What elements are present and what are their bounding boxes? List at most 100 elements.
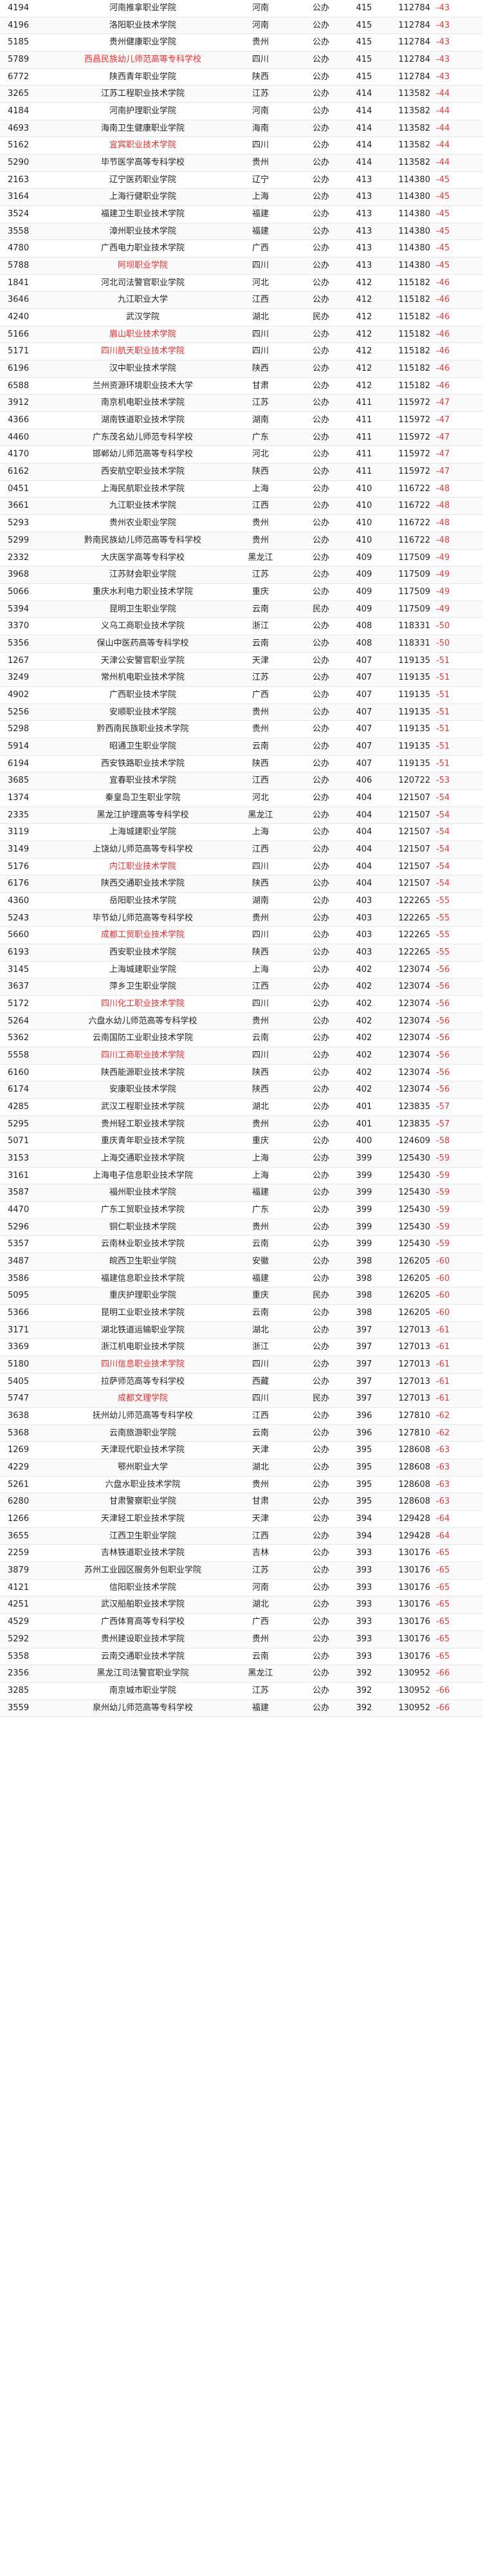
cell-rank: 123074 [398, 1033, 430, 1043]
cell-rank: 114380 [398, 192, 430, 202]
cell-diff: -46 [436, 346, 450, 357]
cell-type: 公办 [312, 123, 329, 133]
cell-rank: 122265 [398, 913, 430, 923]
cell-score: 402 [356, 1085, 372, 1095]
cell-score: 399 [356, 1222, 372, 1232]
table-row: 2332 大庆医学高等专科学校 黑龙江 公办 409 117509 -49 [0, 550, 483, 567]
cell-type: 公办 [312, 535, 329, 545]
cell-prov: 上海 [251, 1153, 269, 1164]
cell-name: 邯郸幼儿师范高等专科学校 [92, 449, 193, 460]
table-row: 3171 湖北铁道运输职业学院 湖北 公办 397 127013 -61 [0, 1321, 483, 1339]
cell-score: 404 [356, 827, 372, 837]
table-row: 2163 辽宁医药职业学院 辽宁 公办 413 114380 -45 [0, 172, 483, 189]
cell-prov: 福建 [251, 1188, 269, 1198]
cell-rank: 123835 [398, 1102, 430, 1112]
cell-type: 公办 [312, 1668, 329, 1679]
cell-name: 南京机电职业技术学院 [100, 398, 185, 408]
cell-prov: 广西 [251, 243, 269, 254]
cell-diff: -64 [436, 1514, 450, 1524]
cell-prov: 重庆 [251, 1136, 269, 1146]
cell-score: 403 [356, 947, 372, 957]
cell-type: 公办 [312, 158, 329, 168]
table-row: 6176 陕西交通职业技术学院 陕西 公办 404 121507 -54 [0, 875, 483, 893]
table-row: 3638 抚州幼儿师范高等专科学校 江西 公办 396 127810 -62 [0, 1408, 483, 1425]
cell-score: 413 [356, 261, 372, 271]
table-row: 5296 铜仁职业技术学院 贵州 公办 399 125430 -59 [0, 1218, 483, 1237]
cell-code: 5176 [8, 861, 30, 872]
cell-diff: -61 [436, 1376, 450, 1386]
table-row: 4902 广西职业技术学院 广西 公办 407 119135 -51 [0, 687, 483, 704]
cell-name: 六盘水职业技术学院 [105, 1479, 181, 1489]
cell-score: 393 [356, 1565, 372, 1576]
cell-type: 公办 [312, 1256, 329, 1267]
table-row: 6772 陕西青年职业学院 陕西 公办 415 112784 -43 [0, 69, 483, 86]
cell-prov: 云南 [251, 1428, 269, 1438]
cell-code: 2163 [8, 174, 30, 185]
cell-score: 412 [356, 329, 372, 339]
table-row: 6193 西安职业技术学院 陕西 公办 403 122265 -55 [0, 944, 483, 962]
cell-code: 3912 [8, 398, 30, 408]
cell-score: 399 [356, 1239, 372, 1249]
cell-rank: 130176 [398, 1548, 430, 1558]
cell-rank: 115972 [398, 467, 430, 477]
cell-diff: -45 [436, 209, 450, 219]
cell-type: 公办 [312, 1376, 329, 1386]
table-row: 5660 成都工贸职业技术学院 四川 公办 403 122265 -55 [0, 927, 483, 944]
cell-type: 公办 [312, 1119, 329, 1129]
cell-name: 昆明工业职业技术学院 [100, 1308, 185, 1318]
cell-prov: 安徽 [251, 1256, 269, 1267]
cell-rank: 121507 [398, 844, 430, 854]
cell-score: 404 [356, 879, 372, 889]
cell-rank: 122265 [398, 930, 430, 940]
cell-name: 九江职业大学 [117, 295, 168, 305]
cell-rank: 115972 [398, 398, 430, 408]
cell-code: 4780 [8, 243, 30, 254]
cell-diff: -51 [436, 655, 450, 666]
cell-rank: 113582 [398, 140, 430, 151]
cell-code: 3524 [8, 209, 30, 219]
cell-diff: -65 [436, 1600, 450, 1610]
cell-score: 415 [356, 55, 372, 65]
cell-code: 5296 [8, 1222, 30, 1232]
cell-rank: 127810 [398, 1428, 430, 1438]
cell-type: 公办 [312, 1067, 329, 1078]
cell-diff: -44 [436, 140, 450, 151]
cell-rank: 125430 [398, 1222, 430, 1232]
cell-code: 3149 [8, 844, 30, 854]
cell-rank: 116722 [398, 483, 430, 494]
cell-type: 公办 [312, 20, 329, 30]
cell-prov: 江西 [251, 295, 269, 305]
cell-type: 公办 [312, 1703, 329, 1713]
cell-name: 福建卫生职业技术学院 [100, 209, 185, 219]
cell-name: 上海城建职业学院 [109, 964, 176, 975]
cell-score: 396 [356, 1411, 372, 1421]
cell-name: 海南卫生健康职业学院 [100, 123, 185, 133]
cell-code: 3153 [8, 1153, 30, 1164]
cell-rank: 113582 [398, 106, 430, 117]
table-row: 3558 漳州职业技术学院 福建 公办 413 114380 -45 [0, 223, 483, 241]
cell-prov: 云南 [251, 638, 269, 648]
cell-type: 公办 [312, 55, 329, 65]
cell-score: 402 [356, 964, 372, 975]
cell-rank: 127013 [398, 1359, 430, 1370]
cell-code: 3161 [8, 1170, 30, 1181]
cell-score: 396 [356, 1428, 372, 1438]
cell-score: 407 [356, 673, 372, 683]
cell-diff: -66 [436, 1685, 450, 1695]
cell-code: 6280 [8, 1497, 30, 1507]
cell-rank: 112784 [398, 20, 430, 30]
cell-code: 5747 [8, 1394, 30, 1404]
cell-rank: 121507 [398, 810, 430, 820]
cell-code: 3369 [8, 1342, 30, 1352]
cell-prov: 福建 [251, 209, 269, 219]
cell-prov: 辽宁 [251, 174, 269, 185]
cell-prov: 上海 [251, 1170, 269, 1181]
cell-name: 贵州轻工职业技术学院 [100, 1119, 185, 1129]
cell-diff: -51 [436, 689, 450, 700]
cell-prov: 贵州 [251, 1119, 269, 1129]
cell-rank: 120722 [398, 776, 430, 786]
cell-prov: 四川 [251, 329, 269, 339]
cell-prov: 天津 [251, 1514, 269, 1524]
cell-rank: 122265 [398, 895, 430, 906]
cell-rank: 115182 [398, 364, 430, 374]
